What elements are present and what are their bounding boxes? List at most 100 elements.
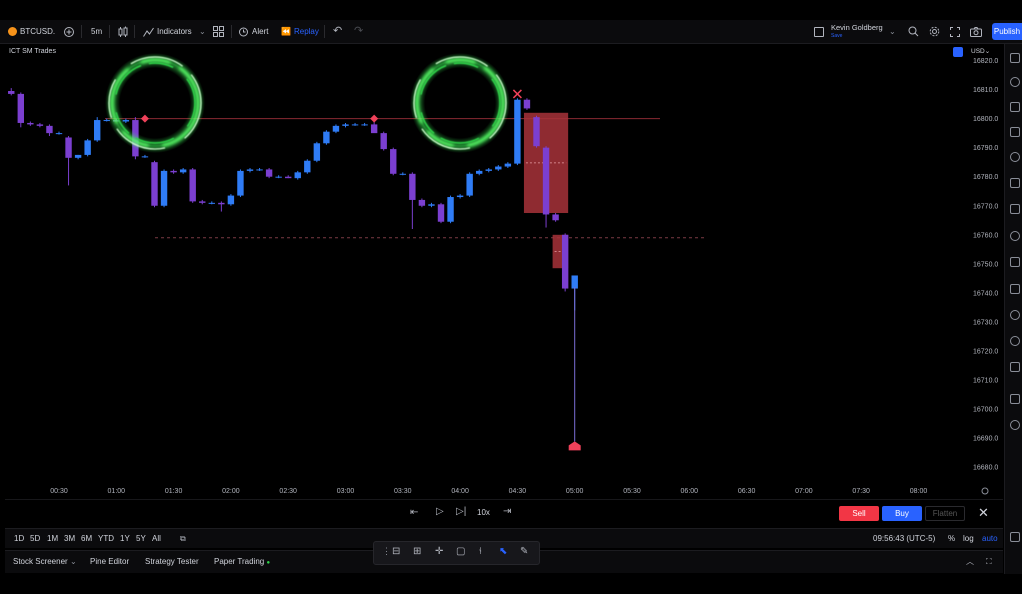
cursor-icon[interactable]: ⬉	[499, 546, 507, 557]
tab-stock-screener[interactable]: Stock Screener ⌄	[13, 551, 77, 573]
notifications-bell-icon[interactable]	[1010, 362, 1020, 372]
range-ytd[interactable]: YTD	[98, 529, 114, 548]
trending-icon[interactable]	[1010, 394, 1020, 404]
tab-paper-trading[interactable]: Paper Trading ●	[214, 551, 270, 573]
user-chevron-icon[interactable]: ⌄	[889, 20, 896, 43]
candle	[342, 122, 349, 128]
chat-icon[interactable]	[1010, 231, 1020, 241]
signal-cross-marker	[512, 89, 522, 99]
candle	[285, 175, 292, 179]
tab-pine-editor[interactable]: Pine Editor	[90, 551, 129, 573]
collapse-panel-icon[interactable]: ︿	[966, 551, 974, 573]
alerts-clock-icon[interactable]	[1010, 77, 1020, 87]
range-1y[interactable]: 1Y	[120, 529, 130, 548]
drag-handle-icon[interactable]: ⋮	[382, 546, 391, 557]
data-window-icon[interactable]	[1010, 102, 1020, 112]
tab-strategy-tester[interactable]: Strategy Tester	[145, 551, 199, 573]
range-1d[interactable]: 1D	[14, 529, 24, 548]
price-chart[interactable]: 16680.0 16690.0 16700.0 16710.0 16720.0 16730…	[5, 44, 1003, 498]
camera-icon[interactable]	[970, 20, 982, 43]
candle	[514, 98, 521, 166]
help-icon[interactable]	[1010, 420, 1020, 430]
calendar-icon[interactable]	[1010, 178, 1020, 188]
time-tick-label: 03:00	[337, 488, 355, 495]
time-tick-label: 04:30	[509, 488, 527, 495]
watchlist-icon[interactable]	[1010, 53, 1020, 63]
vertical-line-icon[interactable]: ⫮	[479, 546, 482, 557]
range-3m[interactable]: 3M	[64, 529, 75, 548]
log-toggle[interactable]: log	[963, 529, 974, 548]
publish-button[interactable]: Publish	[992, 23, 1022, 40]
layouts-icon[interactable]	[213, 20, 224, 43]
symbol-search[interactable]: BTCUSD.	[8, 20, 55, 43]
candle	[141, 154, 149, 158]
add-symbol-icon[interactable]	[63, 20, 75, 43]
candle	[552, 213, 559, 222]
user-block[interactable]: Kevin Goldberg Save	[831, 23, 883, 41]
candles-icon[interactable]	[118, 20, 128, 43]
play-icon[interactable]: ▷	[436, 506, 444, 517]
news-icon[interactable]	[1010, 127, 1020, 137]
candle	[294, 170, 301, 180]
rectangle-icon[interactable]: ▢	[456, 546, 465, 557]
indicators-button[interactable]: Indicators	[143, 20, 192, 43]
undo-icon[interactable]: ↶	[333, 20, 342, 43]
ideas-icon[interactable]	[1010, 204, 1020, 214]
candle	[533, 115, 540, 148]
select-bar-icon[interactable]: ⇤	[410, 507, 418, 518]
replay-button[interactable]: ⏪ Replay	[281, 20, 319, 43]
close-replay-icon[interactable]: ✕	[978, 505, 989, 521]
candle	[46, 124, 53, 137]
price-tick-label: 16770.0	[973, 203, 998, 210]
price-tick-label: 16820.0	[973, 58, 998, 65]
flatten-button[interactable]: Flatten	[925, 506, 965, 521]
candle	[437, 202, 445, 224]
fullscreen-icon[interactable]	[950, 20, 960, 43]
indicators-chevron-icon[interactable]: ⌄	[199, 20, 206, 43]
maximize-panel-icon[interactable]: ⛶	[986, 551, 992, 573]
crosshair-icon[interactable]: ✛	[435, 546, 443, 557]
search-icon[interactable]	[908, 20, 919, 43]
interval-button[interactable]: 5m	[91, 20, 102, 43]
sell-button[interactable]: Sell	[839, 506, 879, 521]
tab-paper-trading-label: Paper Trading	[214, 557, 265, 566]
time-axis-settings-icon[interactable]	[981, 487, 989, 495]
range-1m[interactable]: 1M	[47, 529, 58, 548]
range-6m[interactable]: 6M	[81, 529, 92, 548]
pine-icon[interactable]	[1010, 310, 1020, 320]
range-5d[interactable]: 5D	[30, 529, 40, 548]
candle	[74, 154, 82, 160]
redo-icon[interactable]: ↷	[354, 20, 363, 43]
zoom-range-icon[interactable]: ⊞	[413, 546, 421, 557]
hotlist-icon[interactable]	[1010, 152, 1020, 162]
layers-icon[interactable]	[1010, 532, 1020, 542]
range-all[interactable]: All	[152, 529, 161, 548]
step-forward-icon[interactable]: ▷|	[456, 506, 466, 517]
jump-realtime-icon[interactable]: ⇥	[503, 506, 511, 517]
candle	[495, 165, 502, 171]
measure-icon[interactable]: ⊟	[392, 546, 400, 557]
goto-date-icon[interactable]: ⧉	[180, 529, 186, 548]
screener-icon[interactable]	[1010, 284, 1020, 294]
price-tick-label: 16810.0	[973, 87, 998, 94]
clock[interactable]: 09:56:43 (UTC-5)	[873, 529, 935, 548]
time-tick-label: 06:00	[681, 488, 699, 495]
brush-icon[interactable]: ✎	[520, 546, 528, 557]
range-5y[interactable]: 5Y	[136, 529, 146, 548]
candle	[351, 122, 359, 126]
auto-toggle[interactable]: auto	[982, 529, 998, 548]
percent-toggle[interactable]: %	[948, 529, 955, 548]
broadcast-icon[interactable]	[1010, 336, 1020, 346]
layout-name-button[interactable]	[814, 20, 830, 43]
candle	[504, 162, 512, 168]
time-tick-label: 03:30	[394, 488, 412, 495]
alert-button[interactable]: Alert	[238, 20, 268, 43]
time-tick-label: 07:30	[852, 488, 870, 495]
price-tick-label: 16730.0	[973, 319, 998, 326]
time-tick-label: 01:30	[165, 488, 183, 495]
gear-icon[interactable]	[929, 20, 940, 43]
chart-area[interactable]: ICT SM Trades USD⌄ 16680.0 16690.0 16700…	[5, 44, 1003, 498]
streams-icon[interactable]	[1010, 257, 1020, 267]
buy-button[interactable]: Buy	[882, 506, 922, 521]
replay-speed[interactable]: 10x	[477, 508, 490, 517]
